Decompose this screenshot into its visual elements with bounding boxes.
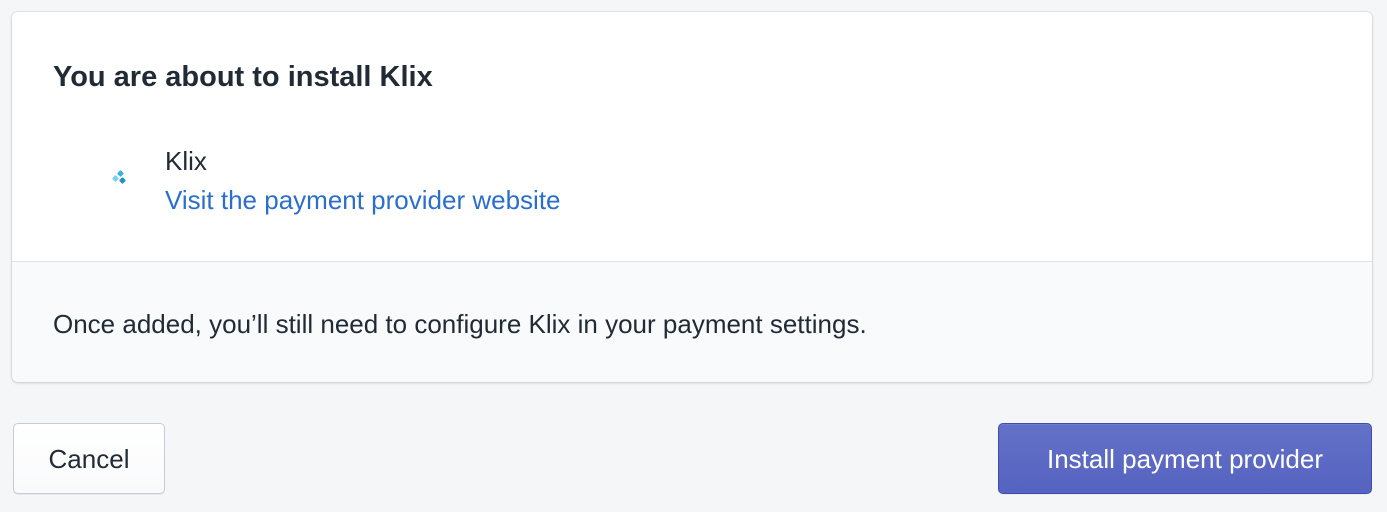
provider-name: Klix xyxy=(165,146,207,176)
install-payment-provider-button[interactable]: Install payment provider xyxy=(998,423,1372,494)
provider-website-link[interactable]: Visit the payment provider website xyxy=(165,184,561,216)
install-provider-card: You are about to install Klix Klix Visit… xyxy=(12,12,1372,382)
klix-logo-icon xyxy=(108,165,132,189)
card-header-section: You are about to install Klix Klix Visit… xyxy=(12,12,1372,261)
page-title: You are about to install Klix xyxy=(53,61,433,93)
configuration-note: Once added, you’ll still need to configu… xyxy=(53,309,867,339)
cancel-button[interactable]: Cancel xyxy=(13,423,165,494)
card-footer-section: Once added, you’ll still need to configu… xyxy=(12,262,1372,382)
